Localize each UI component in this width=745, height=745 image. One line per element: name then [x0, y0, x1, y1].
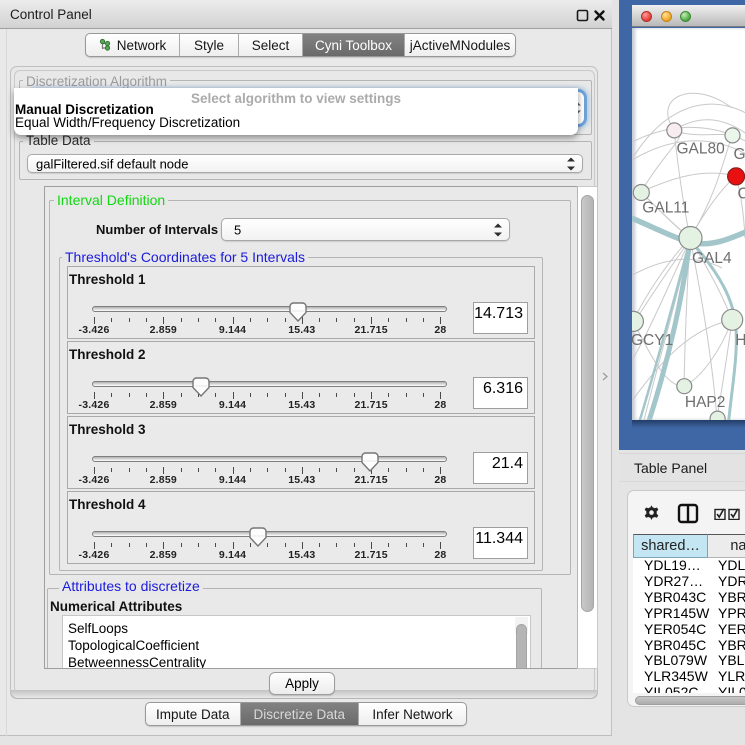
svg-text:H: H	[735, 332, 745, 349]
svg-text:HAP2: HAP2	[685, 394, 726, 411]
svg-text:GAL11: GAL11	[642, 200, 689, 217]
svg-text:C: C	[738, 186, 745, 203]
svg-text:GAL80: GAL80	[677, 141, 726, 158]
svg-text:GAL4: GAL4	[692, 250, 732, 267]
svg-text:GA: GA	[734, 146, 745, 163]
svg-text:GCY1: GCY1	[632, 332, 673, 349]
